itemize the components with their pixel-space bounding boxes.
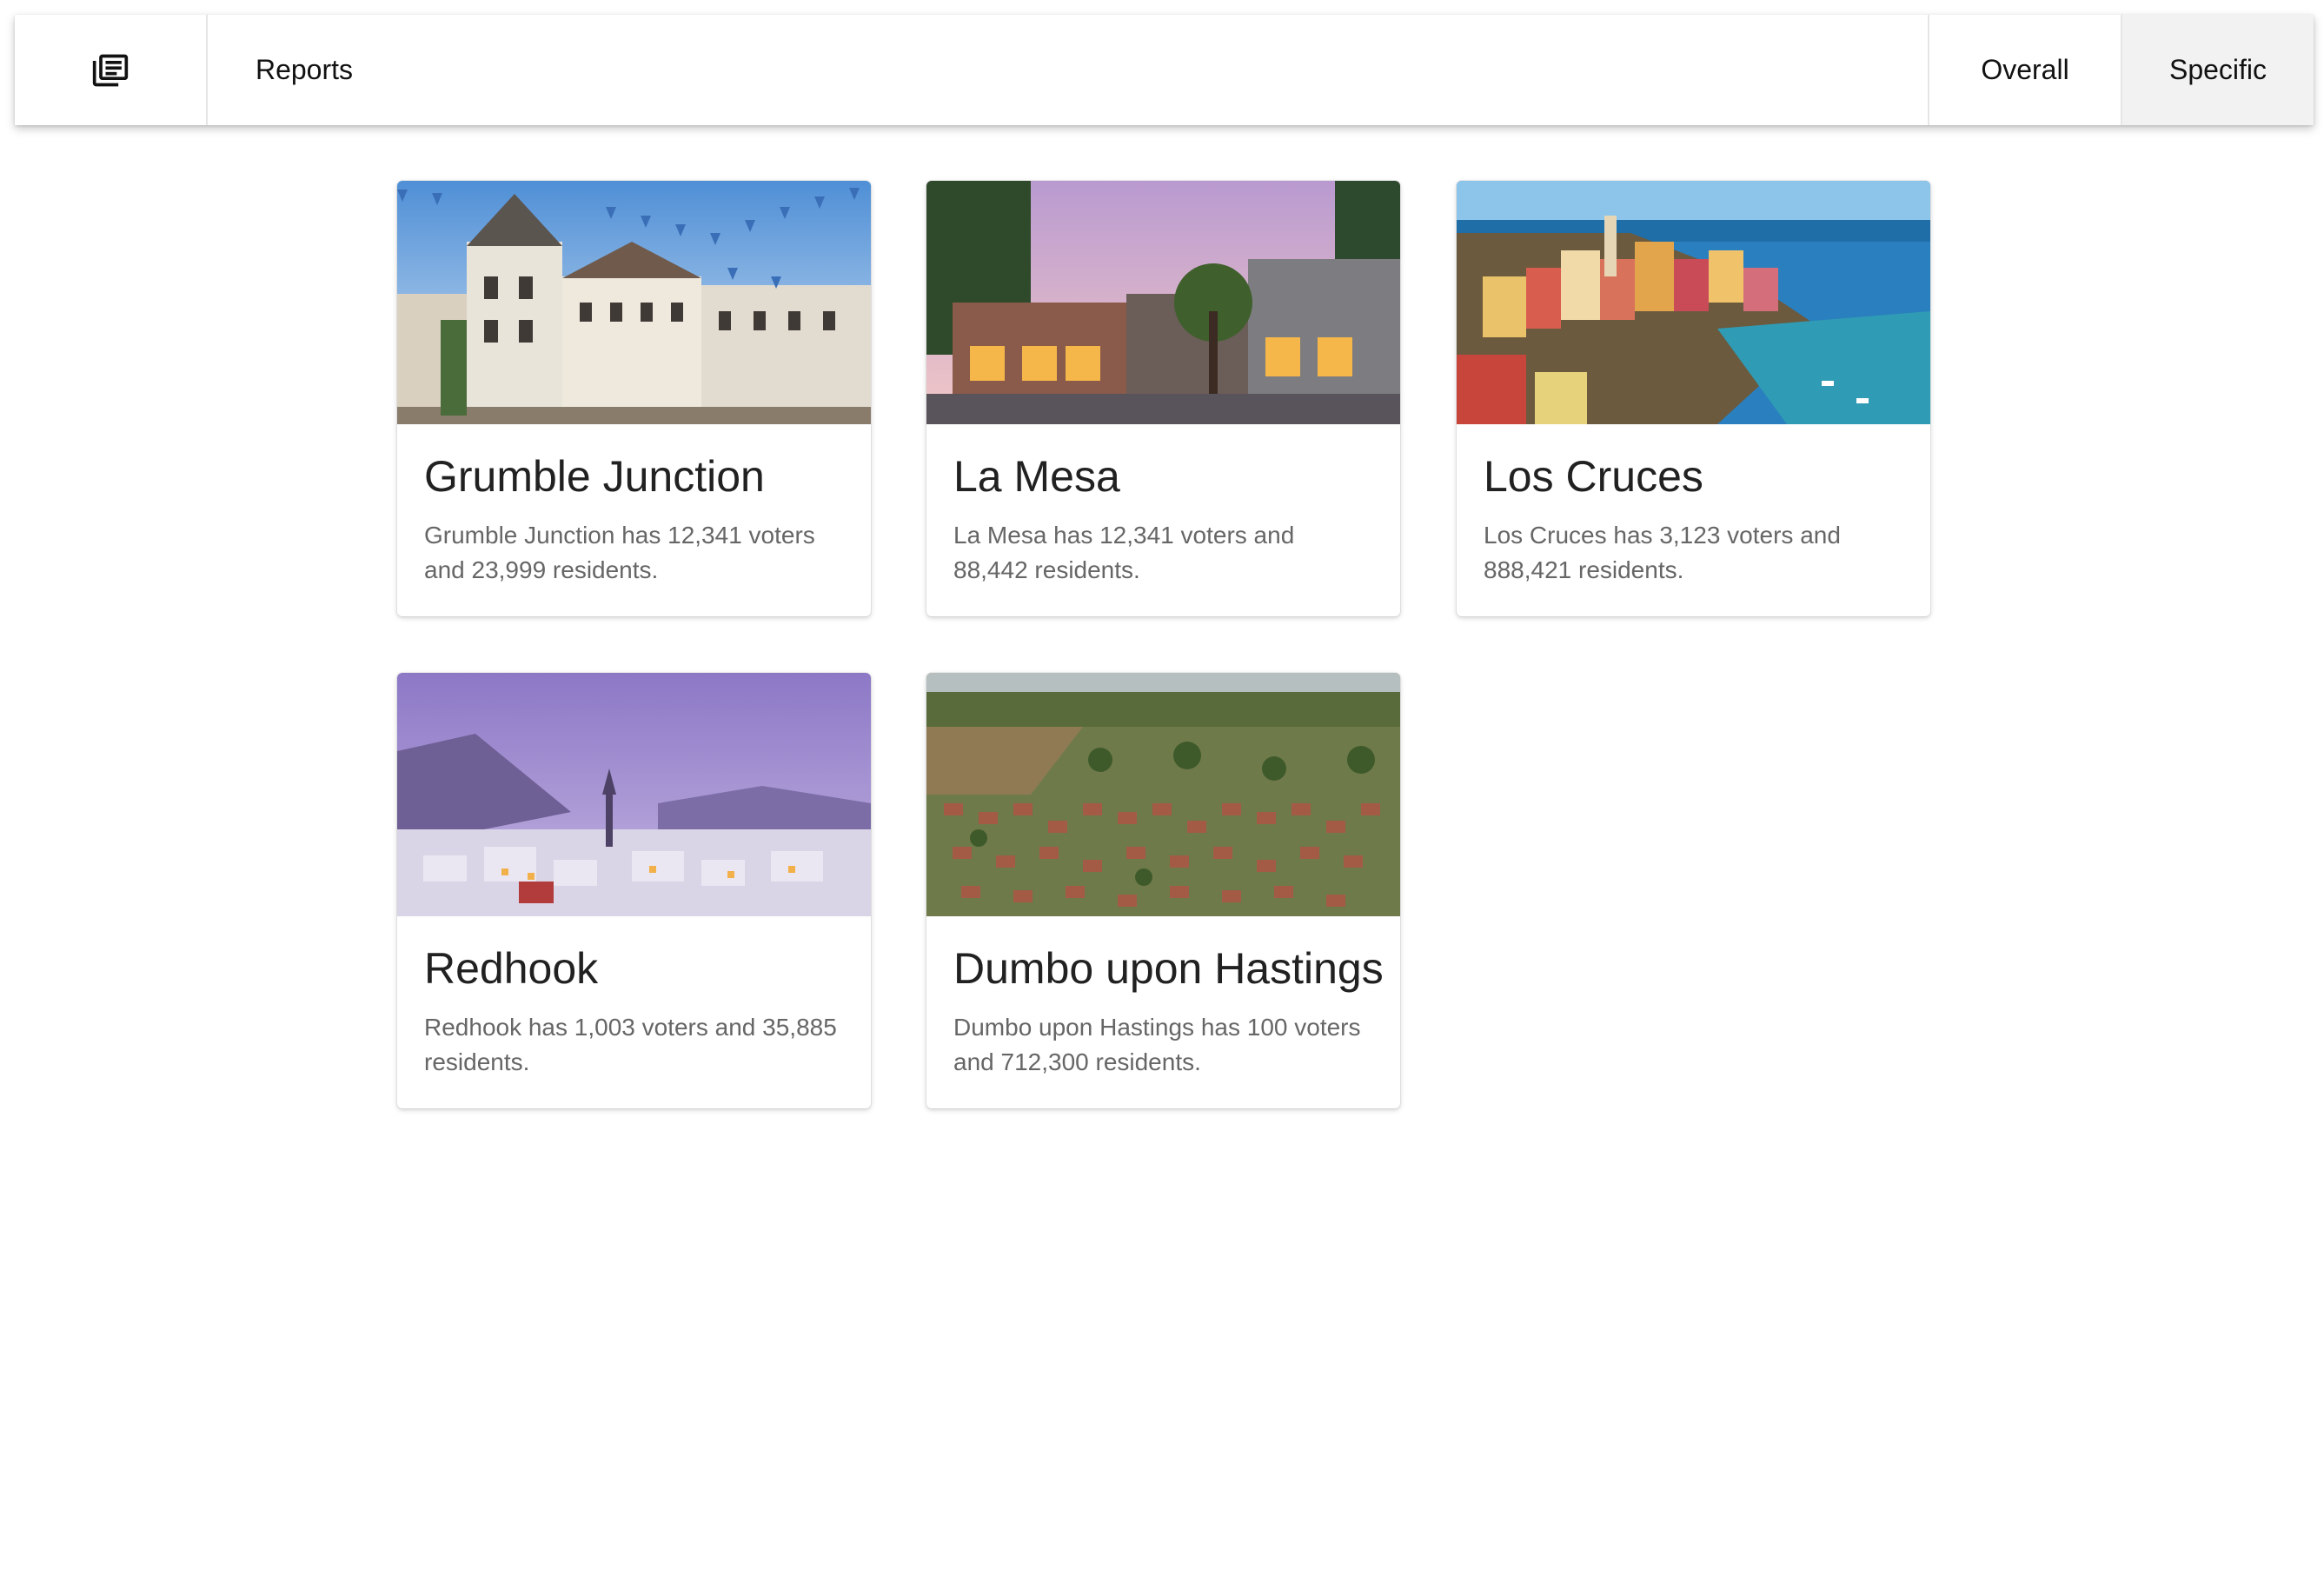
card-title: La Mesa (953, 452, 1120, 501)
card-title: Los Cruces (1484, 452, 1703, 501)
reports-menu-item[interactable]: Reports (208, 15, 401, 125)
card-image (397, 673, 871, 916)
card-image (926, 181, 1400, 424)
town-card[interactable]: Los Cruces Los Cruces has 3,123 voters a… (1457, 181, 1930, 616)
card-title: Grumble Junction (424, 452, 765, 501)
card-description: La Mesa has 12,341 voters and 88,442 res… (953, 522, 1295, 583)
card-title: Redhook (424, 944, 599, 993)
card-description: Redhook has 1,003 voters and 35,885 resi… (424, 1014, 837, 1075)
top-menu: Reports Overall Specific (15, 15, 2314, 125)
card-description: Dumbo upon Hastings has 100 voters and 7… (953, 1014, 1361, 1075)
card-content: La Mesa La Mesa has 12,341 voters and 88… (926, 424, 1400, 614)
card-content: Redhook Redhook has 1,003 voters and 35,… (397, 916, 871, 1106)
town-card[interactable]: Grumble Junction Grumble Junction has 12… (397, 181, 871, 616)
card-content: Los Cruces Los Cruces has 3,123 voters a… (1457, 424, 1930, 614)
menu-spacer (401, 15, 1928, 125)
card-description: Grumble Junction has 12,341 voters and 2… (424, 522, 815, 583)
logo-menu-item[interactable] (15, 15, 208, 125)
card-image (926, 673, 1400, 916)
card-content: Grumble Junction Grumble Junction has 12… (397, 424, 871, 614)
card-image (1457, 181, 1930, 424)
card-image (397, 181, 871, 424)
town-card[interactable]: Redhook Redhook has 1,003 voters and 35,… (397, 673, 871, 1108)
town-card[interactable]: Dumbo upon Hastings Dumbo upon Hastings … (926, 673, 1400, 1108)
card-content: Dumbo upon Hastings Dumbo upon Hastings … (926, 916, 1400, 1106)
newspaper-icon (92, 54, 129, 86)
card-description: Los Cruces has 3,123 voters and 888,421 … (1484, 522, 1841, 583)
town-card[interactable]: La Mesa La Mesa has 12,341 voters and 88… (926, 181, 1400, 616)
card-title: Dumbo upon Hastings (953, 944, 1384, 993)
tab-overall[interactable]: Overall (1928, 15, 2121, 125)
tab-specific[interactable]: Specific (2121, 15, 2314, 125)
